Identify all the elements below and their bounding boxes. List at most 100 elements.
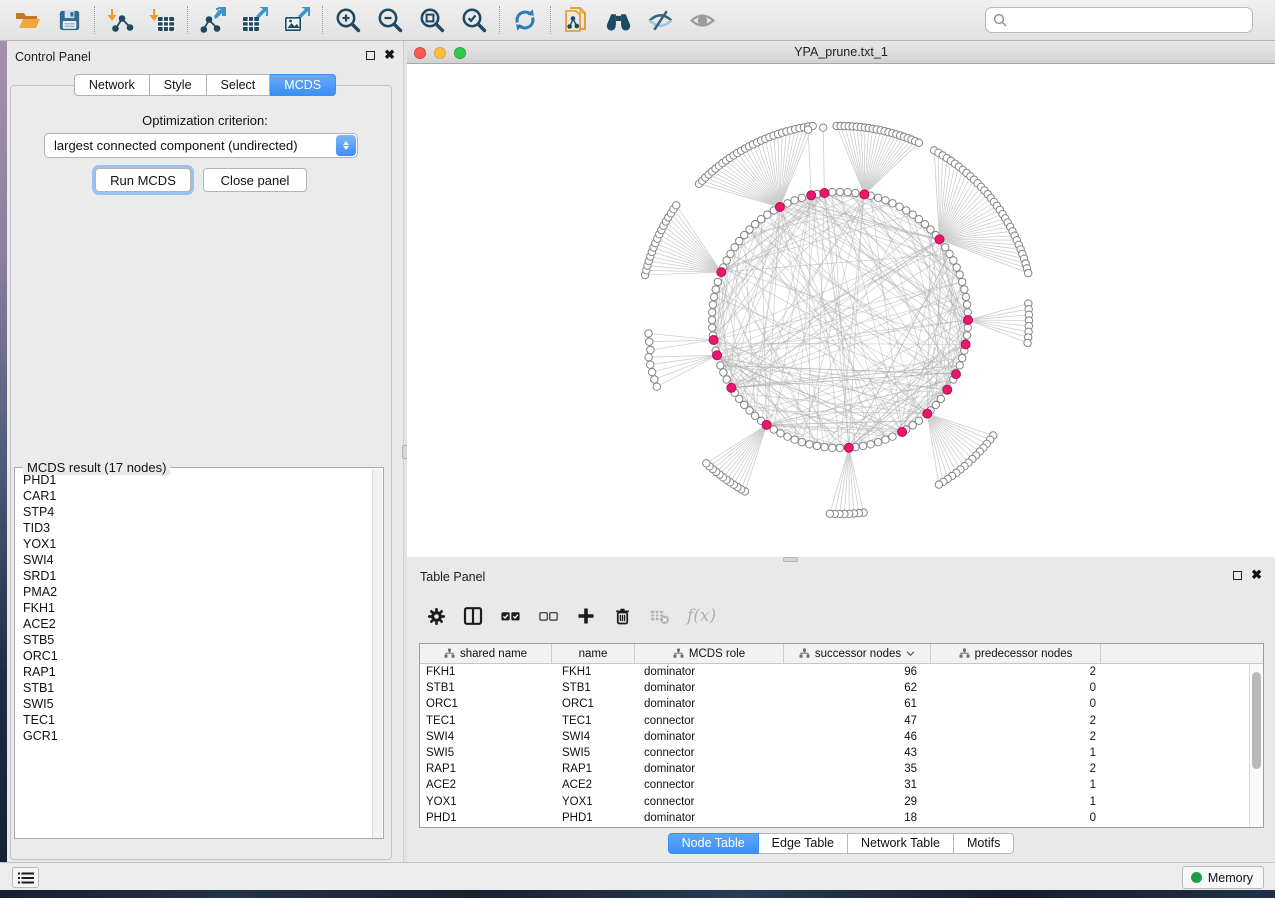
- cell-name[interactable]: PHD1: [552, 812, 635, 824]
- network-graph[interactable]: [407, 64, 1275, 557]
- tab-edge-table[interactable]: Edge Table: [759, 833, 848, 854]
- cell-predecessor-nodes[interactable]: 0: [931, 698, 1101, 710]
- network-node[interactable]: [963, 301, 970, 308]
- cell-predecessor-nodes[interactable]: 0: [931, 812, 1101, 824]
- table-row[interactable]: ORC1ORC1dominator610: [420, 696, 1249, 712]
- network-node[interactable]: [710, 293, 717, 300]
- show-all-icon[interactable]: [681, 2, 723, 38]
- cell-name[interactable]: FKH1: [552, 666, 635, 678]
- network-hub-node[interactable]: [713, 351, 722, 360]
- cell-mcds-role[interactable]: connector: [635, 779, 784, 791]
- network-node[interactable]: [836, 444, 843, 451]
- network-node[interactable]: [962, 293, 969, 300]
- cell-shared-name[interactable]: PHD1: [420, 812, 552, 824]
- network-node[interactable]: [708, 316, 715, 323]
- network-hub-node[interactable]: [807, 191, 816, 200]
- memory-button[interactable]: Memory: [1182, 866, 1264, 889]
- cell-name[interactable]: ACE2: [552, 779, 635, 791]
- network-node[interactable]: [867, 441, 874, 448]
- network-node[interactable]: [953, 264, 960, 271]
- cell-name[interactable]: STB1: [552, 682, 635, 694]
- tab-mcds[interactable]: MCDS: [270, 74, 336, 96]
- network-node[interactable]: [961, 286, 968, 293]
- network-leaf-node[interactable]: [645, 354, 652, 361]
- network-node[interactable]: [964, 324, 971, 331]
- network-node[interactable]: [889, 433, 896, 440]
- cell-shared-name[interactable]: YOX1: [420, 796, 552, 808]
- network-node[interactable]: [852, 189, 859, 196]
- cell-mcds-role[interactable]: dominator: [635, 666, 784, 678]
- network-node[interactable]: [882, 197, 889, 204]
- mcds-result-item[interactable]: ORC1: [16, 648, 372, 664]
- close-panel-icon[interactable]: ✖: [384, 50, 395, 60]
- network-leaf-node[interactable]: [673, 202, 680, 209]
- mcds-result-item[interactable]: RAP1: [16, 664, 372, 680]
- close-panel-icon[interactable]: ✖: [1251, 570, 1262, 580]
- cell-mcds-role[interactable]: dominator: [635, 731, 784, 743]
- network-leaf-node[interactable]: [647, 346, 654, 353]
- table-row[interactable]: YOX1YOX1connector291: [420, 794, 1249, 810]
- cell-successor-nodes[interactable]: 31: [784, 779, 931, 791]
- network-node[interactable]: [712, 286, 719, 293]
- network-leaf-node[interactable]: [1025, 269, 1032, 276]
- cell-shared-name[interactable]: STB1: [420, 682, 552, 694]
- table-row[interactable]: STB1STB1dominator620: [420, 680, 1249, 696]
- table-row[interactable]: SWI4SWI4dominator462: [420, 729, 1249, 745]
- table-settings-gear-icon[interactable]: [427, 601, 446, 631]
- tab-motifs[interactable]: Motifs: [954, 833, 1014, 854]
- network-hub-node[interactable]: [964, 316, 973, 325]
- cell-successor-nodes[interactable]: 43: [784, 747, 931, 759]
- tab-node-table[interactable]: Node Table: [668, 833, 759, 854]
- network-node[interactable]: [959, 354, 966, 361]
- cell-name[interactable]: SWI4: [552, 731, 635, 743]
- cell-predecessor-nodes[interactable]: 2: [931, 666, 1101, 678]
- network-node[interactable]: [889, 200, 896, 207]
- cell-mcds-role[interactable]: connector: [635, 796, 784, 808]
- mcds-result-item[interactable]: STP4: [16, 504, 372, 520]
- network-leaf-node[interactable]: [703, 460, 710, 467]
- network-leaf-node[interactable]: [804, 126, 811, 133]
- cell-successor-nodes[interactable]: 61: [784, 698, 931, 710]
- node-table-body[interactable]: FKH1FKH1dominator962STB1STB1dominator620…: [420, 664, 1249, 827]
- network-node[interactable]: [950, 257, 957, 264]
- network-node[interactable]: [784, 433, 791, 440]
- tab-network[interactable]: Network: [74, 74, 150, 96]
- tab-select[interactable]: Select: [207, 74, 271, 96]
- cell-mcds-role[interactable]: dominator: [635, 812, 784, 824]
- import-table-icon[interactable]: [141, 2, 183, 38]
- mcds-result-item[interactable]: STB5: [16, 632, 372, 648]
- network-node[interactable]: [723, 257, 730, 264]
- network-from-document-icon[interactable]: [555, 2, 597, 38]
- table-scrollbar[interactable]: [1249, 664, 1263, 827]
- network-node[interactable]: [821, 443, 828, 450]
- cell-mcds-role[interactable]: connector: [635, 715, 784, 727]
- network-hub-node[interactable]: [727, 383, 736, 392]
- export-table-icon[interactable]: [234, 2, 276, 38]
- network-leaf-node[interactable]: [820, 124, 827, 131]
- cell-predecessor-nodes[interactable]: 1: [931, 779, 1101, 791]
- network-leaf-node[interactable]: [653, 383, 660, 390]
- mcds-result-item[interactable]: SWI4: [16, 552, 372, 568]
- network-node[interactable]: [784, 200, 791, 207]
- delete-row-trash-icon[interactable]: [613, 601, 632, 631]
- network-node[interactable]: [714, 278, 721, 285]
- network-node[interactable]: [798, 194, 805, 201]
- mcds-result-item[interactable]: PHD1: [16, 472, 372, 488]
- network-leaf-node[interactable]: [935, 481, 942, 488]
- export-image-icon[interactable]: [276, 2, 318, 38]
- network-hub-node[interactable]: [943, 385, 952, 394]
- add-row-icon[interactable]: [576, 601, 596, 631]
- cell-name[interactable]: RAP1: [552, 763, 635, 775]
- column-header-predecessor-nodes[interactable]: predecessor nodes: [931, 644, 1101, 663]
- network-node[interactable]: [829, 444, 836, 451]
- network-node[interactable]: [720, 369, 727, 376]
- network-node[interactable]: [829, 189, 836, 196]
- tab-network-table[interactable]: Network Table: [848, 833, 954, 854]
- cell-shared-name[interactable]: FKH1: [420, 666, 552, 678]
- network-node[interactable]: [813, 442, 820, 449]
- network-node[interactable]: [770, 426, 777, 433]
- network-node[interactable]: [709, 309, 716, 316]
- mcds-result-item[interactable]: YOX1: [16, 536, 372, 552]
- refresh-icon[interactable]: [504, 2, 546, 38]
- network-leaf-node[interactable]: [645, 330, 652, 337]
